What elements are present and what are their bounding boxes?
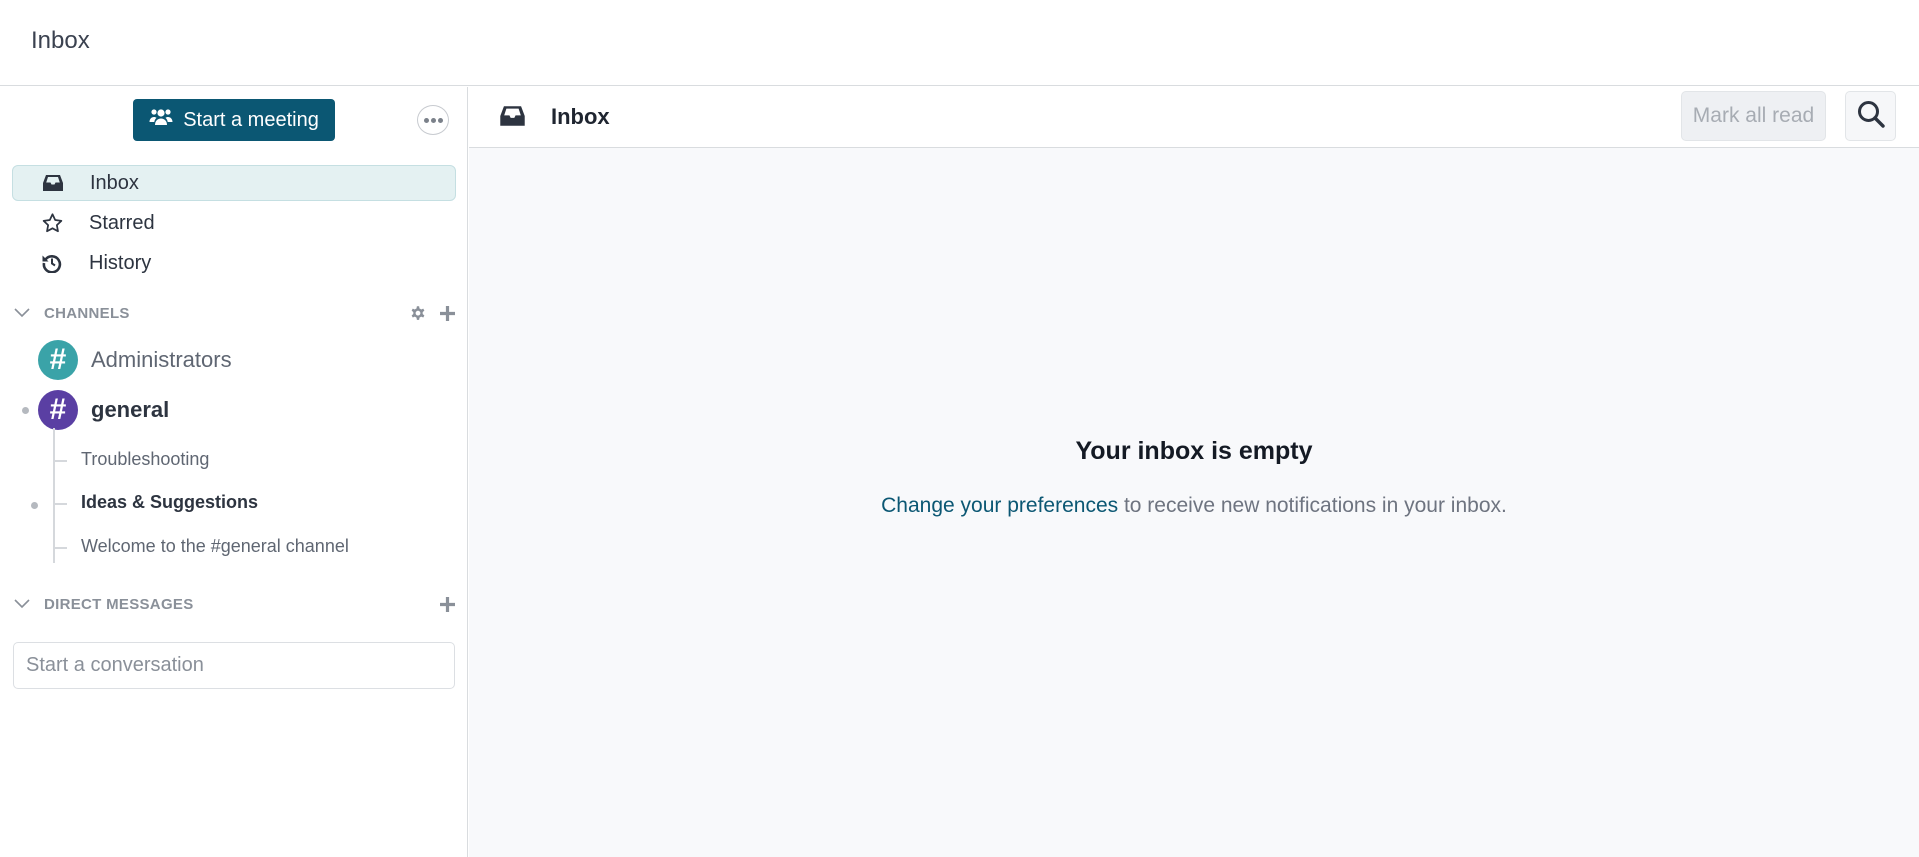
gear-icon[interactable]: [409, 304, 427, 322]
start-conversation-input[interactable]: [13, 642, 455, 689]
add-channel-icon[interactable]: [439, 305, 456, 322]
top-bar: Inbox: [0, 0, 1919, 86]
start-meeting-label: Start a meeting: [183, 108, 319, 131]
direct-messages-section-header[interactable]: DIRECT MESSAGES: [12, 591, 456, 617]
main-title: Inbox: [551, 104, 610, 129]
more-options-button[interactable]: [417, 105, 449, 135]
empty-state-title: Your inbox is empty: [1075, 437, 1313, 465]
channel-name: general: [91, 397, 170, 422]
thread-troubleshooting[interactable]: Troubleshooting: [81, 449, 209, 470]
chevron-down-icon[interactable]: [14, 599, 30, 609]
unread-dot: [22, 407, 29, 414]
chevron-down-icon[interactable]: [14, 308, 30, 318]
inbox-icon: [41, 174, 65, 192]
history-icon: [40, 253, 64, 273]
channels-section-header[interactable]: CHANNELS: [12, 300, 456, 326]
channels-header-label: CHANNELS: [44, 304, 130, 322]
mark-all-read-button[interactable]: Mark all read: [1681, 91, 1826, 141]
empty-state: Your inbox is empty Change your preferen…: [469, 437, 1919, 518]
thread-ideas-suggestions[interactable]: Ideas & Suggestions: [81, 492, 258, 513]
ellipsis-icon: [423, 117, 443, 123]
thread-tree-branch: [53, 503, 67, 505]
sidebar-item-label: Starred: [89, 211, 155, 234]
direct-messages-header-label: DIRECT MESSAGES: [44, 595, 194, 613]
sidebar-item-starred[interactable]: Starred: [12, 205, 456, 241]
channel-administrators[interactable]: # Administrators: [0, 338, 468, 382]
sidebar-item-label: History: [89, 251, 152, 274]
channel-name: Administrators: [91, 347, 232, 372]
thread-welcome-general[interactable]: Welcome to the #general channel: [81, 536, 349, 557]
start-meeting-button[interactable]: Start a meeting: [133, 99, 335, 141]
main-header: Inbox Mark all read: [469, 87, 1919, 148]
unread-dot: [31, 502, 38, 509]
thread-tree-branch: [53, 460, 67, 462]
main-panel: Inbox Mark all read Your inbox is empty …: [469, 87, 1919, 857]
add-direct-message-icon[interactable]: [439, 596, 456, 613]
empty-state-text: to receive new notifications in your inb…: [1118, 494, 1507, 517]
page-title: Inbox: [31, 27, 90, 54]
channel-hash-icon: #: [38, 390, 78, 430]
sidebar-item-inbox[interactable]: Inbox: [12, 165, 456, 201]
users-icon: [149, 107, 173, 133]
sidebar: Start a meeting Inbox Starred History CH…: [0, 87, 468, 857]
star-icon: [40, 213, 64, 233]
channel-hash-icon: #: [38, 340, 78, 380]
inbox-icon: [500, 105, 525, 132]
sidebar-item-history[interactable]: History: [12, 245, 456, 281]
channel-general[interactable]: # general: [0, 388, 468, 432]
empty-state-message: Change your preferences to receive new n…: [469, 494, 1919, 518]
sidebar-item-label: Inbox: [90, 171, 139, 194]
search-button[interactable]: [1845, 91, 1896, 141]
change-preferences-link[interactable]: Change your preferences: [881, 494, 1118, 517]
search-icon: [1856, 99, 1886, 134]
thread-tree-branch: [53, 547, 67, 549]
thread-tree-line: [53, 428, 55, 563]
